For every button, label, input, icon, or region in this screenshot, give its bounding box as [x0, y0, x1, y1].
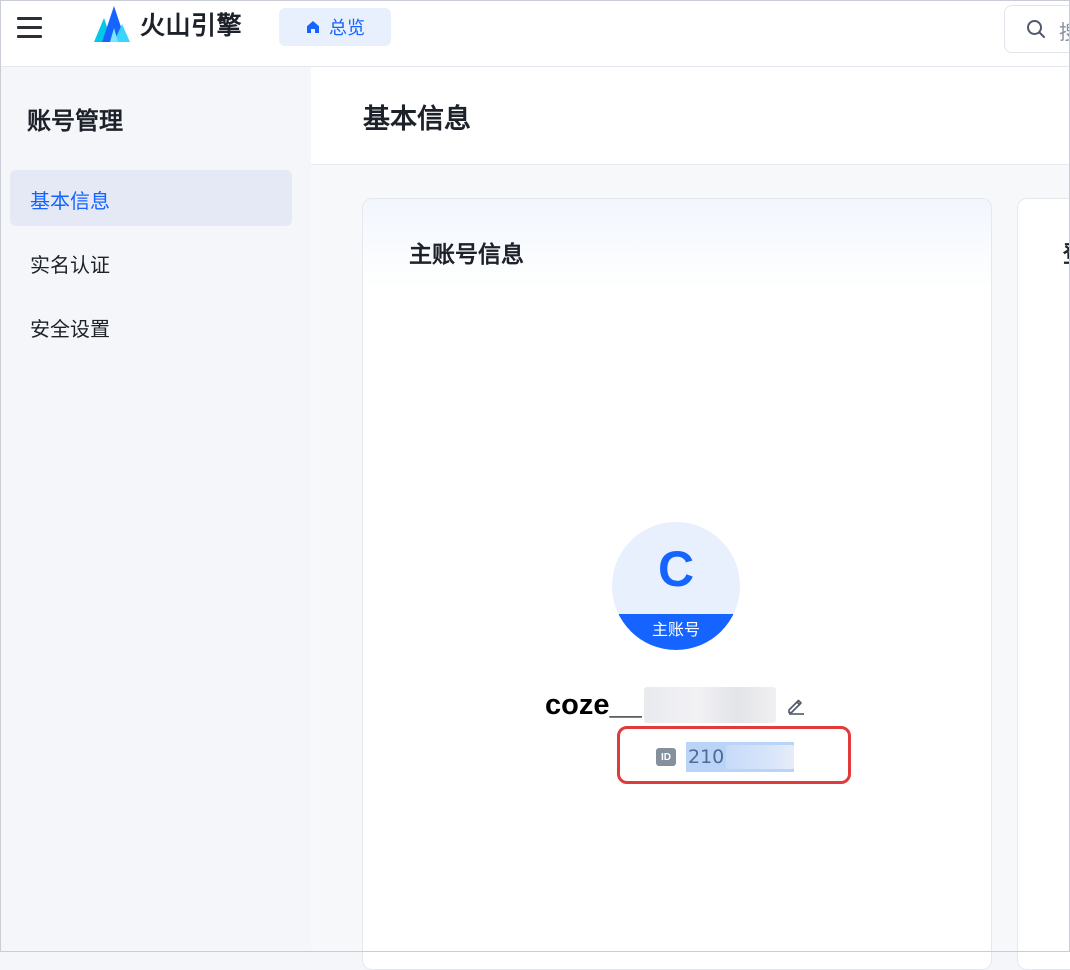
login-info-card: 登 — [1017, 198, 1070, 970]
home-icon — [307, 21, 319, 33]
search-placeholder: 搜 — [1059, 20, 1070, 44]
sidebar-item-security[interactable]: 安全设置 — [10, 298, 292, 354]
page-title: 基本信息 — [363, 104, 471, 135]
sidebar-item-real-name[interactable]: 实名认证 — [10, 234, 292, 290]
sidebar-item-label: 安全设置 — [30, 317, 110, 341]
sidebar-item-label: 实名认证 — [30, 253, 110, 277]
edit-icon[interactable] — [786, 695, 806, 715]
sidebar-title: 账号管理 — [27, 107, 123, 135]
id-tag-icon: ID — [656, 748, 676, 766]
avatar-badge: 主账号 — [651, 620, 700, 639]
overview-button[interactable]: 总览 — [279, 8, 391, 46]
page-header: 基本信息 — [311, 67, 1070, 165]
card-title: 登 — [1063, 235, 1070, 269]
brand-logo[interactable]: 火山引擎 — [92, 4, 242, 44]
account-id-text: 210 — [688, 746, 725, 768]
brand-name: 火山引擎 — [140, 11, 243, 40]
main-account-card: 主账号信息 C 主账号 coze__ ID 210 — [362, 198, 992, 970]
card-title: 主账号信息 — [409, 242, 524, 268]
account-id-value[interactable]: 210 — [686, 742, 794, 772]
overview-label: 总览 — [329, 18, 365, 39]
account-id-row: ID 210 — [656, 742, 794, 772]
username-row: coze__ — [545, 685, 806, 725]
search-input[interactable]: 搜 — [1004, 5, 1070, 53]
username: coze__ — [545, 688, 642, 721]
menu-icon[interactable] — [16, 14, 44, 42]
sidebar-item-label: 基本信息 — [30, 189, 110, 213]
account-id-redacted — [726, 745, 794, 769]
main-content: 基本信息 主账号信息 C 主账号 coze__ ID 210 — [311, 67, 1070, 970]
top-bar: 火山引擎 总览 搜 — [0, 0, 1070, 67]
volcano-logo-icon — [94, 6, 130, 42]
sidebar-item-basic-info[interactable]: 基本信息 — [10, 170, 292, 226]
avatar-letter: C — [657, 541, 695, 597]
avatar: C 主账号 — [612, 522, 740, 650]
search-icon — [1027, 20, 1045, 38]
username-redacted — [643, 687, 776, 723]
sidebar: 账号管理 基本信息 实名认证 安全设置 — [0, 67, 310, 952]
